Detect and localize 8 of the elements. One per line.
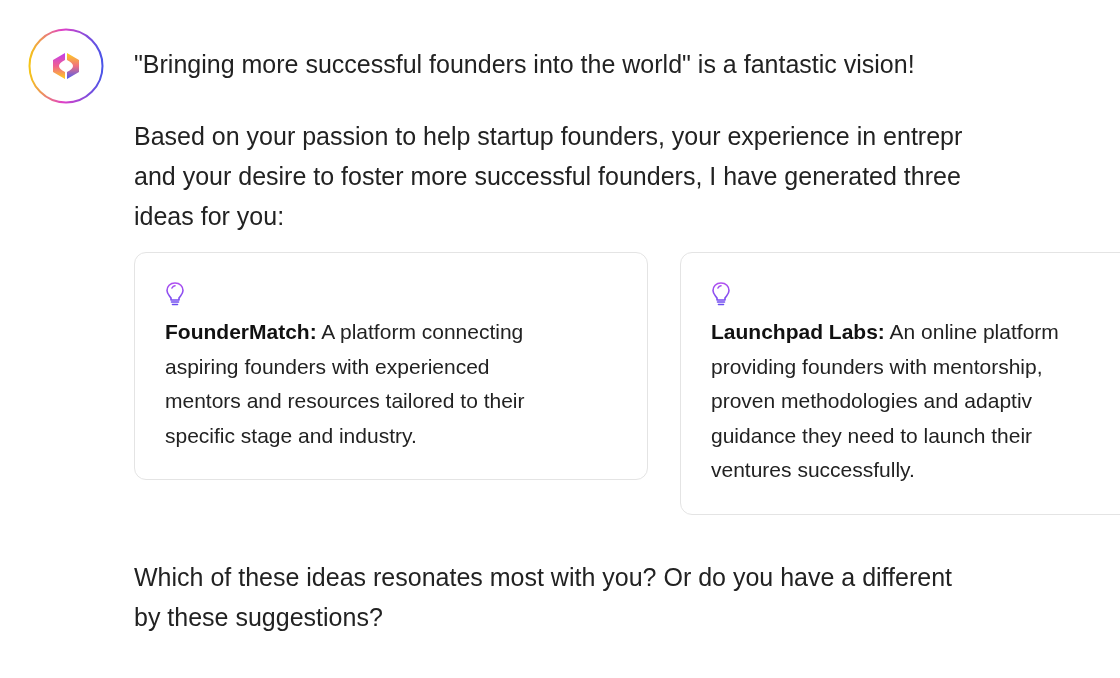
message-paragraph: Based on your passion to help startup founders, your experience in entrepr and your desire to foster more successful founders, I have generated three ideas for you: [134, 121, 963, 232]
assistant-avatar-icon [28, 28, 104, 104]
message-paragraph: Which of these ideas resonates most with you? Or do you have a different by these suggestions? [134, 561, 953, 633]
message-paragraph: "Bringing more successful founders into the world" is a fantastic vision! [134, 49, 915, 80]
lightbulb-icon [711, 281, 731, 307]
idea-description: Launchpad Labs: An online platform providing founders with mentorship, proven methodologies and adaptiv guidance they need to launch their ventures successfully. [711, 319, 1059, 483]
idea-description: FounderMatch: A platform connecting aspiring founders with experienced mentors and resources tailored to their specific stage and industry. [165, 319, 525, 449]
lightbulb-icon [165, 281, 185, 307]
